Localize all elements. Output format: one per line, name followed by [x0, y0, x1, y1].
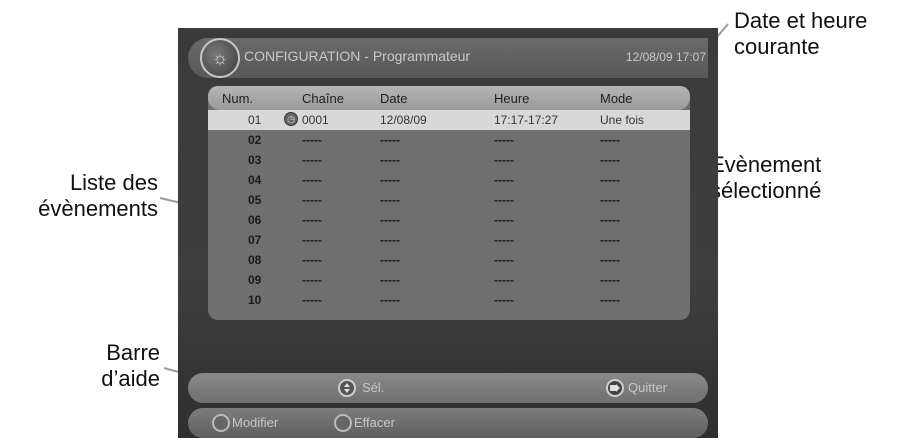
cell-chaine: ----- [302, 273, 322, 287]
help-sel-label: Sél. [362, 380, 385, 395]
cell-heure: ----- [494, 153, 514, 167]
annotation-barre-line1: Barre [106, 340, 160, 365]
cell-num: 02 [248, 133, 262, 147]
annotation-date-heure-line1: Date et heure [734, 8, 868, 33]
tv-screen: ☼ CONFIGURATION - Programmateur 12/08/09… [178, 28, 718, 438]
table-row-selected[interactable]: 01 ◷ 0001 12/08/09 17:17-17:27 Une fois [208, 110, 690, 130]
help-bar-bottom: Modifier Effacer [188, 408, 708, 438]
cell-mode: ----- [600, 253, 620, 267]
cell-chaine: ----- [302, 133, 322, 147]
annotation-liste-line1: Liste des [69, 170, 158, 195]
cell-heure: 17:17-17:27 [494, 113, 559, 127]
cell-chaine: ----- [302, 233, 322, 247]
table-row[interactable]: 09 ----- ----- ----- ----- [208, 270, 690, 290]
cell-mode: Une fois [600, 113, 645, 127]
column-header-date: Date [380, 91, 408, 106]
cell-mode: ----- [600, 193, 620, 207]
cell-heure: ----- [494, 253, 514, 267]
cell-chaine: ----- [302, 213, 322, 227]
column-header-mode: Mode [600, 91, 633, 106]
cell-chaine: ----- [302, 153, 322, 167]
help-effacer-label: Effacer [354, 415, 395, 430]
event-list-panel: Num. Chaîne Date Heure Mode 01 ◷ 0001 12… [208, 86, 690, 320]
annotation-date-heure-line2: courante [734, 34, 820, 59]
cell-chaine: ----- [302, 193, 322, 207]
cell-chaine: ----- [302, 173, 322, 187]
table-row[interactable]: 06 ----- ----- ----- ----- [208, 210, 690, 230]
column-header-heure: Heure [494, 91, 530, 106]
cell-date: ----- [380, 273, 400, 287]
annotation-liste: Liste des évènements [0, 170, 158, 222]
cell-num: 07 [248, 233, 262, 247]
cell-num: 05 [248, 193, 262, 207]
cell-heure: ----- [494, 233, 514, 247]
cell-date: 12/08/09 [380, 113, 427, 127]
cell-date: ----- [380, 233, 400, 247]
timer-icon: ◷ [284, 112, 298, 126]
cell-heure: ----- [494, 273, 514, 287]
cell-mode: ----- [600, 213, 620, 227]
cell-heure: ----- [494, 133, 514, 147]
cell-mode: ----- [600, 173, 620, 187]
current-datetime: 12/08/09 17:07 [625, 50, 706, 64]
cell-chaine: 0001 [302, 113, 329, 127]
column-header-num: Num. [222, 91, 254, 106]
cell-mode: ----- [600, 133, 620, 147]
annotation-liste-line2: évènements [38, 196, 158, 221]
red-button-icon [212, 414, 230, 432]
table-header: Num. Chaîne Date Heure Mode [208, 86, 690, 110]
updown-arrows-icon [338, 379, 356, 397]
help-bar-top: Sél. Quitter [188, 373, 708, 403]
cell-num: 01 [248, 113, 262, 127]
cell-heure: ----- [494, 293, 514, 307]
annotation-barre-line2: d’aide [101, 366, 160, 391]
page-title: CONFIGURATION - Programmateur [244, 48, 471, 64]
annotation-barre: Barre d’aide [0, 340, 160, 392]
help-modifier-label: Modifier [232, 415, 279, 430]
table-row[interactable]: 10 ----- ----- ----- ----- [208, 290, 690, 310]
table-row[interactable]: 05 ----- ----- ----- ----- [208, 190, 690, 210]
exit-icon [606, 379, 624, 397]
cell-mode: ----- [600, 273, 620, 287]
cell-date: ----- [380, 213, 400, 227]
annotation-evenement-line1: Evènement [710, 152, 822, 177]
table-row[interactable]: 07 ----- ----- ----- ----- [208, 230, 690, 250]
cell-num: 04 [248, 173, 262, 187]
cell-num: 03 [248, 153, 262, 167]
cell-num: 08 [248, 253, 262, 267]
cell-date: ----- [380, 153, 400, 167]
cell-heure: ----- [494, 213, 514, 227]
cell-num: 06 [248, 213, 262, 227]
table-row[interactable]: 03 ----- ----- ----- ----- [208, 150, 690, 170]
cell-date: ----- [380, 193, 400, 207]
cell-heure: ----- [494, 173, 514, 187]
column-header-chaine: Chaîne [302, 91, 344, 106]
table-row[interactable]: 04 ----- ----- ----- ----- [208, 170, 690, 190]
cell-mode: ----- [600, 233, 620, 247]
cell-num: 10 [248, 293, 262, 307]
green-button-icon [334, 414, 352, 432]
cell-chaine: ----- [302, 253, 322, 267]
help-quitter-label: Quitter [628, 380, 668, 395]
cell-date: ----- [380, 253, 400, 267]
annotation-evenement: Evènement sélectionné [710, 152, 821, 204]
cell-chaine: ----- [302, 293, 322, 307]
satellite-dish-icon: ☼ [200, 38, 240, 78]
table-row[interactable]: 02 ----- ----- ----- ----- [208, 130, 690, 150]
cell-date: ----- [380, 293, 400, 307]
cell-mode: ----- [600, 293, 620, 307]
cell-date: ----- [380, 173, 400, 187]
cell-mode: ----- [600, 153, 620, 167]
cell-num: 09 [248, 273, 262, 287]
cell-heure: ----- [494, 193, 514, 207]
table-row[interactable]: 08 ----- ----- ----- ----- [208, 250, 690, 270]
annotation-evenement-line2: sélectionné [710, 178, 822, 203]
cell-date: ----- [380, 133, 400, 147]
annotation-date-heure: Date et heure courante [734, 8, 867, 60]
